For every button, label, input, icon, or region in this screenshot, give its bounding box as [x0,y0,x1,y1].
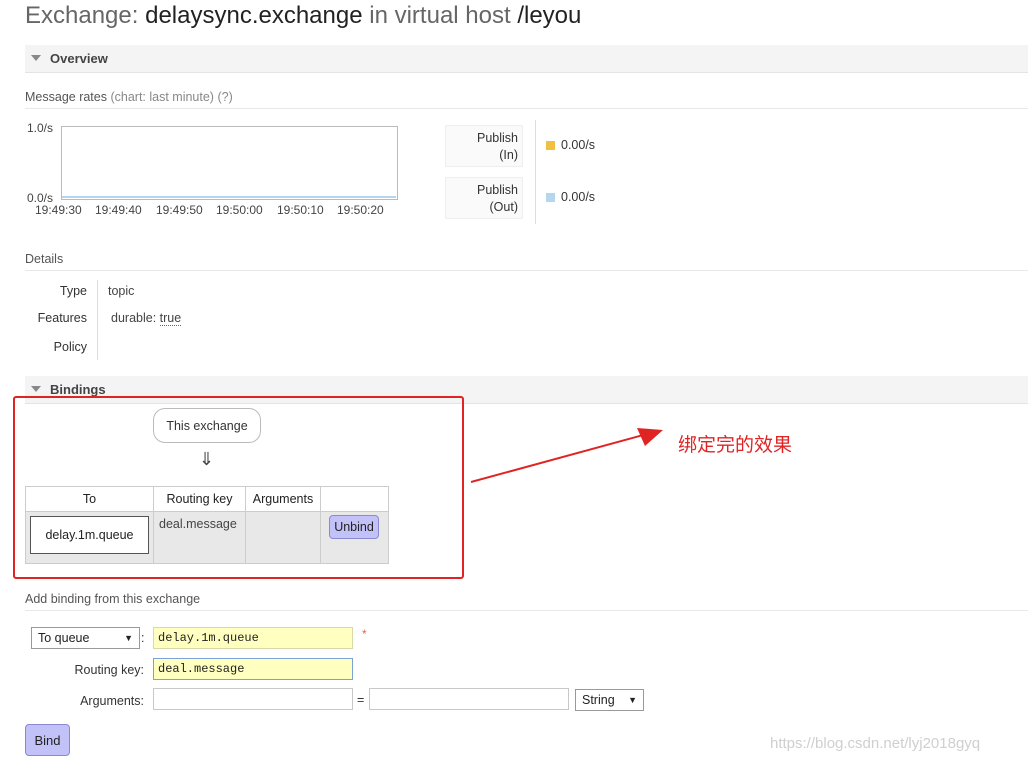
destination-type-value: To queue [38,631,90,645]
colon-label: : [141,631,145,645]
publish-out-line2: (Out) [489,200,518,214]
title-mid: in virtual host [369,2,511,29]
publish-out-legend-swatch [546,193,555,202]
features-value: durable: true [111,311,182,326]
publish-out-value: 0.00/s [561,190,596,204]
x-tick: 19:50:20 [337,203,384,217]
help-link[interactable]: (?) [217,90,232,104]
page-title: Exchange: delaysync.exchange in virtual … [25,2,581,30]
chart-series-line [62,196,396,198]
equals-sign: = [357,693,365,707]
x-tick: 19:50:10 [277,203,324,217]
message-rates-heading: Message rates (chart: last minute) (?) [25,90,1028,109]
argument-type-value: String [582,693,615,707]
publish-in-line1: Publish [477,131,518,145]
bind-button[interactable]: Bind [25,724,70,756]
destination-type-select[interactable]: To queue ▼ [31,627,140,649]
durable-value: true [159,311,182,326]
watermark: https://blog.csdn.net/lyj2018gyq [770,735,981,752]
argument-key-input[interactable] [153,688,353,710]
title-prefix: Exchange: [25,2,139,29]
bindings-header-label: Bindings [50,382,106,397]
chart-range-link[interactable]: (chart: last minute) [110,90,214,104]
highlight-box [13,396,464,579]
publish-out-label: Publish (Out) [445,177,523,219]
details-heading: Details [25,252,1028,271]
overview-section-header[interactable]: Overview [25,45,1028,73]
collapse-triangle-icon [31,386,41,392]
message-rates-label: Message rates [25,90,107,104]
vhost-name: /leyou [517,2,582,29]
routing-key-label: Routing key: [74,663,144,677]
annotation-arrow-icon [470,428,663,483]
argument-type-select[interactable]: String ▼ [575,689,644,711]
details-divider [97,280,98,360]
publish-in-value: 0.00/s [561,138,596,152]
y-axis-max: 1.0/s [27,121,54,135]
exchange-name: delaysync.exchange [145,2,363,29]
type-label: Type [59,284,87,298]
x-tick: 19:49:40 [95,203,142,217]
features-label: Features [37,311,87,325]
collapse-triangle-icon [31,55,41,61]
message-rates-chart [61,126,398,200]
dropdown-arrow-icon: ▼ [124,633,133,643]
type-value: topic [108,284,135,298]
required-asterisk: * [362,627,367,641]
x-tick: 19:49:30 [35,203,82,217]
policy-label: Policy [53,340,87,354]
annotation-text: 绑定完的效果 [678,434,793,456]
publish-in-label: Publish (In) [445,125,523,167]
destination-name-input[interactable] [153,627,353,649]
dropdown-arrow-icon: ▼ [628,695,637,705]
publish-in-legend-swatch [546,141,555,150]
publish-in-line2: (In) [499,148,518,162]
publish-divider [535,120,536,224]
arguments-label: Arguments: [80,694,144,708]
routing-key-input[interactable] [153,658,353,680]
durable-key: durable: [111,311,157,325]
publish-out-line1: Publish [477,183,518,197]
x-tick: 19:49:50 [156,203,203,217]
x-tick: 19:50:00 [216,203,263,217]
overview-header-label: Overview [50,51,108,66]
argument-value-input[interactable] [369,688,569,710]
add-binding-heading: Add binding from this exchange [25,592,1028,611]
